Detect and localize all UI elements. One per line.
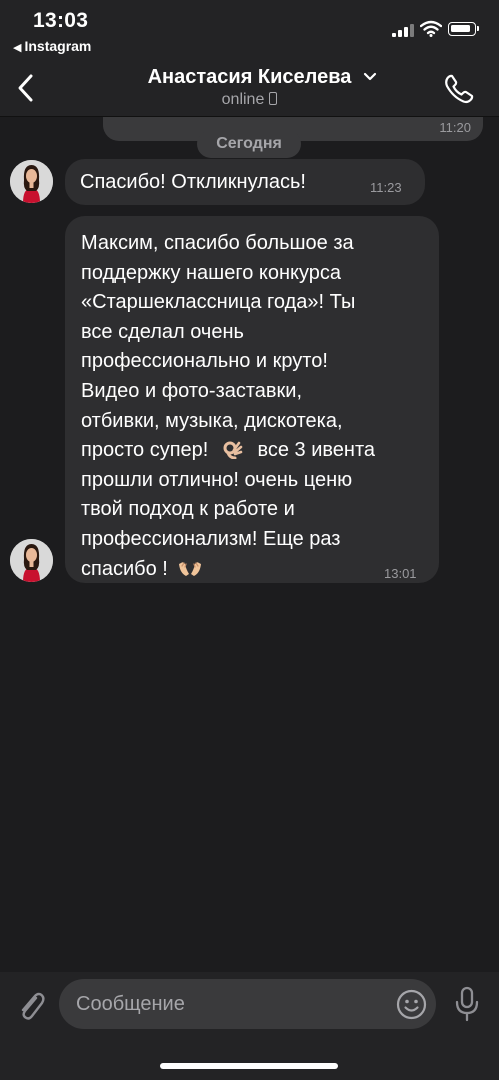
contact-name: Анастасия Киселева	[147, 66, 352, 88]
message-text: все 3 ивента	[257, 439, 376, 462]
battery-icon	[448, 22, 479, 36]
message-line: «Старшеклассница года»! Ты	[81, 291, 356, 314]
message-line: Видео и фото-заставки,	[81, 379, 303, 402]
back-to-app-label: Instagram	[24, 38, 92, 54]
avatar[interactable]	[10, 160, 53, 203]
phone-icon	[269, 92, 278, 105]
paperclip-icon[interactable]	[16, 989, 46, 1023]
previous-message-time: 11:20	[439, 120, 471, 135]
message-composer	[0, 972, 499, 1080]
message-time: 11:23	[370, 180, 402, 195]
message-line: все сделал очень	[81, 320, 244, 343]
status-bar: 13:03 ◀ Instagram	[0, 0, 499, 58]
contact-name-button[interactable]: Анастасия Киселева	[0, 66, 499, 89]
message-line: спасибо !	[81, 555, 424, 585]
date-separator: Сегодня	[197, 130, 301, 158]
message-bubble[interactable]: Спасибо! Откликнулась! 11:23	[65, 159, 425, 205]
presence-label: online	[221, 91, 265, 108]
ok-hand-emoji-icon	[223, 441, 243, 460]
open-hands-emoji-icon	[179, 561, 202, 576]
back-triangle-icon: ◀	[13, 42, 22, 54]
chat-header: Анастасия Киселева online	[0, 58, 499, 117]
avatar-image	[10, 160, 53, 203]
smiley-icon[interactable]	[396, 989, 427, 1020]
presence-status: online	[0, 91, 499, 109]
chevron-down-icon	[364, 72, 377, 81]
call-icon[interactable]	[444, 74, 474, 104]
message-text: спасибо !	[81, 557, 168, 580]
message-time: 13:01	[384, 566, 417, 581]
message-bubble[interactable]: Максим, спасибо большое за поддержку наш…	[65, 216, 439, 583]
back-to-app-link[interactable]: ◀ Instagram	[13, 38, 91, 54]
message-line: поддержку нашего конкурса	[81, 261, 342, 284]
status-time: 13:03	[33, 9, 89, 32]
message-text: просто супер!	[81, 439, 209, 462]
cellular-signal-icon	[392, 24, 414, 37]
avatar[interactable]	[10, 539, 53, 582]
message-input[interactable]	[59, 979, 436, 1029]
wifi-icon	[420, 20, 442, 37]
message-line: прошли отлично! очень ценю	[81, 468, 353, 491]
message-line: профессионализм! Еще раз	[81, 527, 341, 550]
message-line: твой подход к работе и	[81, 498, 295, 521]
message-line: отбивки, музыка, дискотека,	[81, 409, 343, 432]
message-list[interactable]: 11:20 Сегодня Спасибо! Откликнулась! 11:…	[0, 117, 499, 972]
avatar-image	[10, 539, 53, 582]
home-indicator[interactable]	[160, 1063, 338, 1069]
microphone-icon[interactable]	[453, 986, 481, 1022]
message-line: Максим, спасибо большое за	[81, 232, 354, 254]
message-line: профессионально и круто!	[81, 350, 328, 373]
message-text: Спасибо! Откликнулась!	[80, 171, 306, 193]
message-line: просто супер! все 3 ивента	[81, 436, 424, 466]
